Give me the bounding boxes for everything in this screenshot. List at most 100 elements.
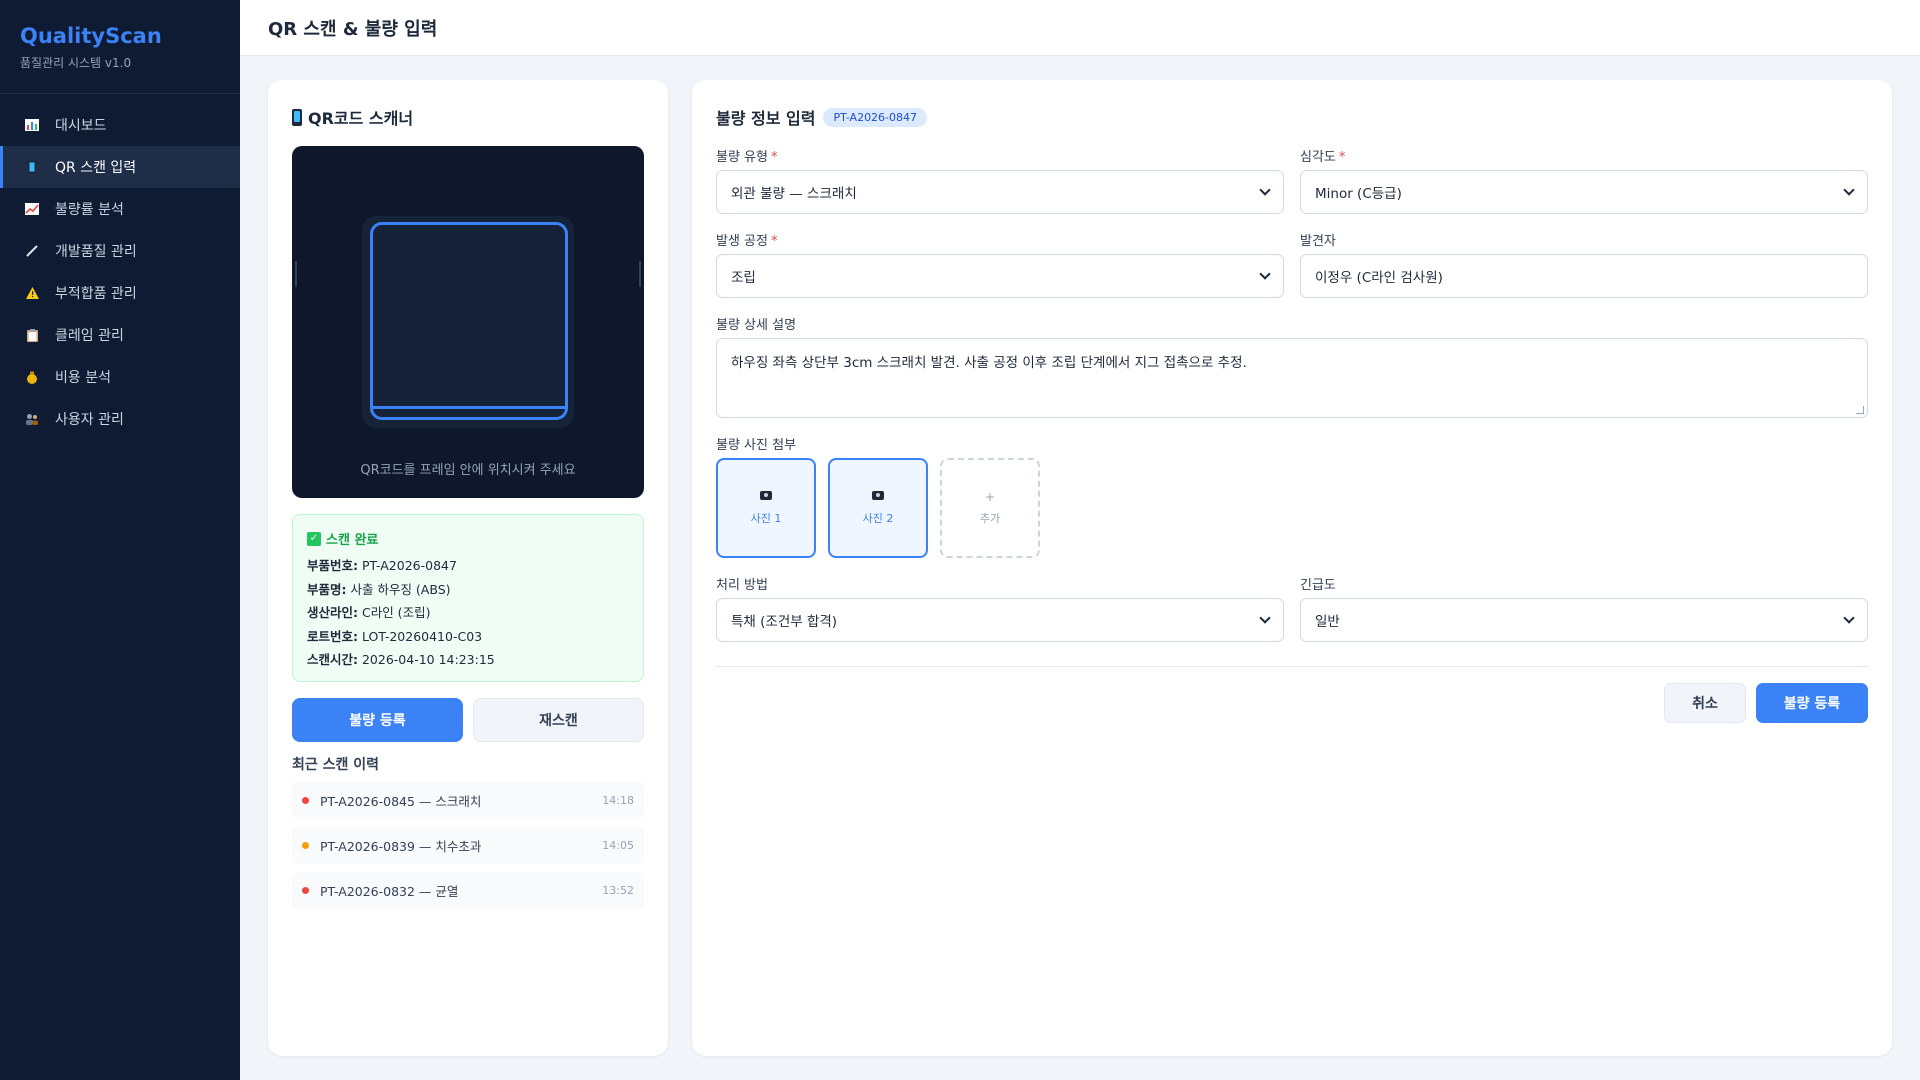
scanner-edge-marker — [295, 261, 297, 287]
history-text: PT-A2026-0845 — 스크래치 — [320, 794, 482, 809]
status-dot — [302, 797, 309, 804]
page-title: QR 스캔 & 불량 입력 — [268, 18, 438, 40]
photo-list: 사진 1 사진 2 + 추가 — [716, 458, 1868, 558]
sidebar: QualityScan 품질관리 시스템 v1.0 대시보드 QR 스캔 입력 … — [0, 0, 240, 1080]
scan-result: ✓ 스캔 완료 부품번호: PT-A2026-0847 부품명: 사출 하우징 … — [292, 514, 644, 682]
result-value: PT-A2026-0847 — [361, 558, 457, 573]
sidebar-item-label: 클레임 관리 — [55, 328, 124, 344]
field-label: 발견자 — [1300, 234, 1336, 249]
result-label: 스캔시간: — [307, 652, 358, 667]
chevron-down-icon — [1259, 612, 1271, 624]
select-value: 특채 (조건부 합격) — [731, 614, 838, 630]
severity-select[interactable]: Minor (C등급) — [1300, 170, 1868, 214]
pencil-icon — [23, 244, 41, 258]
photo-thumbnail[interactable]: 사진 1 — [716, 458, 816, 558]
camera-icon — [760, 490, 772, 500]
add-photo-button[interactable]: + 추가 — [940, 458, 1040, 558]
textarea-value: 하우징 좌측 상단부 3cm 스크래치 발견. 사출 공정 이후 조립 단계에서… — [731, 355, 1247, 371]
field-label: 불량 상세 설명 — [716, 318, 797, 333]
result-row-part-number: 부품번호: PT-A2026-0847 — [307, 554, 629, 578]
sidebar-item-users[interactable]: 사용자 관리 — [0, 398, 240, 440]
required-mark: * — [770, 150, 778, 165]
sidebar-item-cost[interactable]: 비용 분석 — [0, 356, 240, 398]
warning-icon — [23, 286, 41, 300]
plus-icon: + — [984, 490, 996, 504]
resize-handle[interactable] — [1856, 406, 1864, 414]
result-label: 부품번호: — [307, 558, 358, 573]
select-value: 외관 불량 — 스크래치 — [731, 186, 857, 202]
history-text: PT-A2026-0832 — 균열 — [320, 884, 459, 899]
defect-type-select[interactable]: 외관 불량 — 스크래치 — [716, 170, 1284, 214]
result-row-scan-time: 스캔시간: 2026-04-10 14:23:15 — [307, 648, 629, 672]
register-defect-button[interactable]: 불량 등록 — [292, 698, 463, 742]
part-number-badge: PT-A2026-0847 — [823, 107, 928, 127]
users-icon — [23, 412, 41, 426]
brand-subtitle: 품질관리 시스템 v1.0 — [20, 56, 132, 70]
field-label: 불량 사진 첨부 — [716, 438, 797, 453]
field-label-text: 심각도 — [1300, 150, 1336, 165]
camera-icon — [872, 490, 884, 500]
qr-scanner-viewport[interactable]: QR코드를 프레임 안에 위치시켜 주세요 — [292, 146, 644, 498]
rescan-button[interactable]: 재스캔 — [473, 698, 644, 742]
scanner-title-text: QR코드 스캐너 — [308, 109, 414, 128]
sidebar-item-defect-analysis[interactable]: 불량률 분석 — [0, 188, 240, 230]
description-field: 불량 상세 설명 하우징 좌측 상단부 3cm 스크래치 발견. 사출 공정 이… — [716, 314, 1868, 418]
scan-frame — [370, 222, 568, 420]
history-title: 최근 스캔 이력 — [292, 757, 380, 773]
history-time: 14:18 — [602, 794, 634, 807]
chevron-down-icon — [1259, 268, 1271, 280]
defect-form-panel: 불량 정보 입력 PT-A2026-0847 불량 유형 * 외관 불량 — 스크… — [692, 80, 1892, 1056]
field-label-text: 발생 공정 — [716, 234, 768, 249]
select-value: 일반 — [1315, 614, 1340, 630]
select-value: 조립 — [731, 270, 756, 286]
clipboard-icon — [23, 328, 41, 342]
scanner-panel: QR코드 스캐너 QR코드를 프레임 안에 위치시켜 주세요 ✓ 스캔 완료 부… — [268, 80, 668, 1056]
field-label: 불량 유형 * — [716, 146, 1284, 165]
description-textarea[interactable]: 하우징 좌측 상단부 3cm 스크래치 발견. 사출 공정 이후 조립 단계에서… — [716, 338, 1868, 418]
scan-history-list: PT-A2026-0845 — 스크래치 14:18 PT-A2026-0839… — [292, 782, 644, 909]
sidebar-item-nonconforming[interactable]: 부적합품 관리 — [0, 272, 240, 314]
scan-status-text: 스캔 완료 — [326, 533, 379, 548]
field-label: 발생 공정 * — [716, 230, 1284, 249]
sidebar-item-label: 비용 분석 — [55, 370, 111, 386]
money-bag-icon — [23, 370, 41, 384]
form-actions: 취소 불량 등록 — [716, 683, 1868, 723]
scanner-actions: 불량 등록 재스캔 — [292, 698, 644, 742]
finder-input[interactable]: 이정우 (C라인 검사원) — [1300, 254, 1868, 298]
trend-chart-icon — [23, 202, 41, 216]
phone-icon — [23, 160, 41, 174]
list-item[interactable]: PT-A2026-0832 — 균열 13:52 — [292, 872, 644, 909]
sidebar-item-dashboard[interactable]: 대시보드 — [0, 104, 240, 146]
scan-hint: QR코드를 프레임 안에 위치시켜 주세요 — [360, 463, 576, 478]
submit-defect-button[interactable]: 불량 등록 — [1756, 683, 1868, 723]
severity-field: 심각도 * Minor (C등급) — [1300, 146, 1868, 214]
list-item[interactable]: PT-A2026-0839 — 치수초과 14:05 — [292, 827, 644, 864]
list-item[interactable]: PT-A2026-0845 — 스크래치 14:18 — [292, 782, 644, 819]
result-label: 로트번호: — [307, 628, 358, 644]
cancel-button[interactable]: 취소 — [1664, 683, 1746, 723]
field-label: 처리 방법 — [716, 578, 768, 593]
sidebar-nav: 대시보드 QR 스캔 입력 불량률 분석 개발품질 관리 부적합품 관리 클레임… — [0, 104, 240, 440]
defect-type-field: 불량 유형 * 외관 불량 — 스크래치 — [716, 146, 1284, 214]
brand-title: QualityScan — [20, 24, 162, 48]
status-dot — [302, 887, 309, 894]
result-row-line: 생산라인: C라인 (조립) — [307, 601, 629, 625]
sidebar-item-claims[interactable]: 클레임 관리 — [0, 314, 240, 356]
sidebar-item-label: 사용자 관리 — [55, 412, 124, 428]
urgency-select[interactable]: 일반 — [1300, 598, 1868, 642]
process-select[interactable]: 조립 — [716, 254, 1284, 298]
photo-label: 사진 2 — [862, 511, 894, 525]
disposition-select[interactable]: 특채 (조건부 합격) — [716, 598, 1284, 642]
required-mark: * — [770, 234, 778, 249]
result-row-part-name: 부품명: 사출 하우징 (ABS) — [307, 578, 629, 602]
phone-icon — [292, 108, 302, 126]
result-label: 부품명: — [307, 581, 347, 597]
sidebar-item-qr-scan[interactable]: QR 스캔 입력 — [0, 146, 240, 188]
add-photo-label: 추가 — [979, 512, 1001, 525]
photo-thumbnail[interactable]: 사진 2 — [828, 458, 928, 558]
finder-field: 발견자 이정우 (C라인 검사원) — [1300, 230, 1868, 298]
process-field: 발생 공정 * 조립 — [716, 230, 1284, 298]
select-value: Minor (C등급) — [1315, 186, 1402, 202]
sidebar-item-dev-quality[interactable]: 개발품질 관리 — [0, 230, 240, 272]
chevron-down-icon — [1843, 184, 1855, 196]
